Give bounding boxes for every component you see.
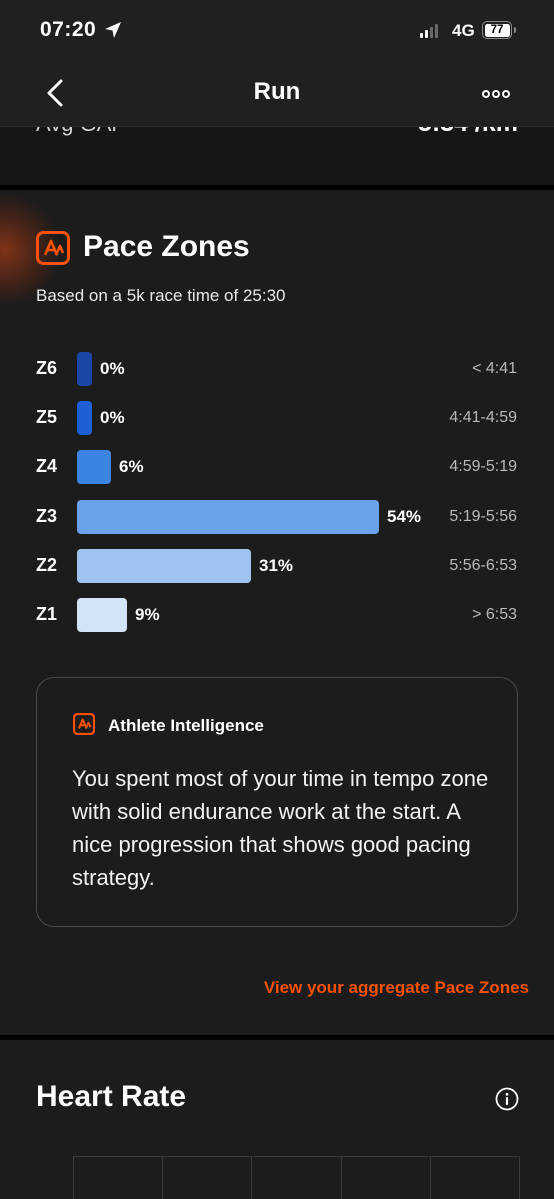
zone-label: Z4 [36,456,58,476]
battery-icon: 77 [482,21,512,39]
athlete-intelligence-text: You spent most of your time in tempo zon… [72,766,489,890]
athlete-intelligence-title: Athlete Intelligence [108,716,264,735]
zone-row: Z2 31% 5:56-6:53 [0,549,554,583]
zone-label: Z1 [36,604,58,624]
zone-range: 5:19-5:56 [449,508,517,525]
more-dots-icon [482,90,490,98]
zone-bar [77,450,111,484]
nav-bar: Run [0,64,554,127]
zone-bar [77,352,92,386]
zone-percent: 0% [100,408,125,427]
battery-level: 77 [484,23,510,37]
avg-gap-label: Avg GAP [36,127,126,137]
strava-zones-icon [36,231,70,265]
zone-range: > 6:53 [472,606,517,623]
zone-row: Z5 0% 4:41-4:59 [0,401,554,435]
zone-bar [77,500,379,534]
grid-cell [163,1156,253,1199]
zone-bar [77,598,127,632]
zone-range: 4:41-4:59 [449,409,517,426]
grid-cell [341,1156,431,1199]
zone-label: Z3 [36,506,58,526]
grid-cell [252,1156,342,1199]
zone-row: Z4 6% 4:59-5:19 [0,450,554,484]
zone-percent: 54% [387,507,422,526]
avg-gap-row: Avg GAP 5:34 /km [0,127,554,185]
more-dot [492,90,500,98]
page-title: Run [253,78,301,105]
avg-gap-value: 5:34 /km [418,127,518,138]
zone-bar [77,401,92,435]
heart-rate-title: Heart Rate [36,1080,187,1113]
zone-range: 5:56-6:53 [449,557,517,574]
zone-row: Z6 0% < 4:41 [0,352,554,386]
signal-icon [420,24,438,38]
zone-percent: 6% [119,457,144,476]
pace-zones-subtitle: Based on a 5k race time of 25:30 [36,286,286,305]
more-dot [502,90,510,98]
zone-bar [77,549,251,583]
heart-rate-section: Heart Rate [0,1040,554,1199]
zone-percent: 0% [100,359,125,378]
more-options-button[interactable] [482,84,520,104]
zone-label: Z6 [36,358,58,378]
pace-zones-title: Pace Zones [83,230,250,263]
athlete-intelligence-card: Athlete Intelligence You spent most of y… [36,677,518,927]
athlete-intelligence-icon [73,713,95,735]
grid-cell [430,1156,521,1199]
zone-range: 4:59-5:19 [449,458,517,475]
battery-tip [514,27,516,33]
status-bar: 07:20 4G 77 [0,0,554,64]
heart-rate-chart-grid [73,1156,521,1199]
view-aggregate-pace-zones-link[interactable]: View your aggregate Pace Zones [264,978,529,998]
zone-label: Z2 [36,555,58,575]
zone-row: Z1 9% > 6:53 [0,598,554,632]
zone-range: < 4:41 [472,360,517,377]
zone-row: Z3 54% 5:19-5:56 [0,500,554,534]
location-arrow-icon [105,22,121,38]
network-type: 4G [452,21,475,40]
pace-zones-section: Pace Zones Based on a 5k race time of 25… [0,190,554,1035]
status-time: 07:20 [40,18,97,41]
zone-label: Z5 [36,407,58,427]
zone-percent: 9% [135,605,160,624]
zone-percent: 31% [259,556,294,575]
grid-cell [74,1156,164,1199]
info-icon[interactable] [495,1087,519,1111]
